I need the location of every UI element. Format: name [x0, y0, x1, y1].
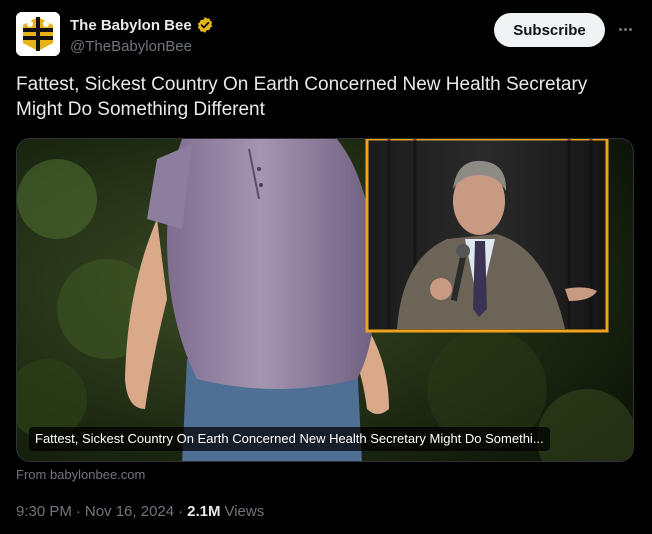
- views-label: Views: [224, 503, 265, 520]
- source-prefix: From: [16, 467, 50, 482]
- separator: ·: [75, 503, 81, 520]
- tweet-time[interactable]: 9:30 PM: [16, 503, 72, 520]
- card-caption: Fattest, Sickest Country On Earth Concer…: [29, 427, 550, 451]
- dot: [618, 27, 622, 31]
- views-count: 2.1M: [187, 503, 221, 520]
- tweet-meta: 9:30 PM · Nov 16, 2024 · 2.1M Views: [16, 503, 264, 520]
- verified-badge-icon[interactable]: [196, 16, 214, 34]
- source-domain[interactable]: babylonbee.com: [50, 467, 145, 482]
- dot: [623, 27, 627, 31]
- dot: [628, 27, 632, 31]
- avatar[interactable]: [16, 12, 60, 56]
- bee-logo-icon: [16, 12, 60, 56]
- handle[interactable]: @TheBabylonBee: [70, 38, 192, 55]
- tweet-header: The Babylon Bee @TheBabylonBee Subscribe: [16, 12, 636, 60]
- subscribe-button[interactable]: Subscribe: [494, 13, 605, 47]
- link-card[interactable]: Fattest, Sickest Country On Earth Concer…: [16, 138, 634, 462]
- card-image: [17, 139, 633, 461]
- separator: ·: [178, 503, 184, 520]
- display-name[interactable]: The Babylon Bee: [70, 17, 192, 34]
- tweet-date[interactable]: Nov 16, 2024: [85, 503, 174, 520]
- tweet-text: Fattest, Sickest Country On Earth Concer…: [16, 74, 588, 120]
- card-source[interactable]: From babylonbee.com: [16, 467, 145, 482]
- more-dots-icon[interactable]: [614, 18, 636, 40]
- name-row: The Babylon Bee: [70, 16, 214, 34]
